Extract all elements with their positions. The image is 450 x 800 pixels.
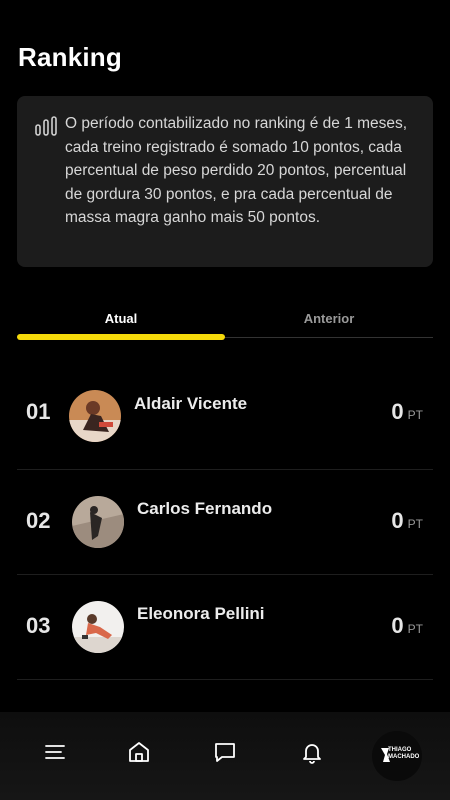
points-unit: PT bbox=[407, 408, 423, 422]
points-value: 0 bbox=[391, 508, 404, 533]
rank-name: Aldair Vicente bbox=[134, 394, 248, 413]
logo-icon[interactable]: THIAGO MACHADO bbox=[372, 731, 422, 781]
points-unit: PT bbox=[407, 622, 423, 636]
rank-points: 0 PT bbox=[391, 508, 423, 534]
ranking-tabs: Atual Anterior bbox=[17, 300, 433, 340]
avatar bbox=[69, 390, 121, 442]
active-tab-indicator bbox=[17, 334, 225, 340]
rank-position: 03 bbox=[26, 613, 51, 638]
ranking-row[interactable]: 03 Eleonora Pellini 0 PT bbox=[17, 574, 433, 680]
tab-atual[interactable]: Atual bbox=[17, 300, 225, 338]
avatar bbox=[72, 601, 124, 653]
bottom-nav: THIAGO MACHADO bbox=[0, 712, 450, 800]
ranking-info-text: O período contabilizado no ranking é de … bbox=[65, 115, 408, 226]
rank-name: Carlos Fernando bbox=[137, 499, 273, 518]
chat-icon[interactable] bbox=[213, 740, 237, 764]
rank-points: 0 PT bbox=[391, 399, 423, 425]
ranking-row[interactable]: 01 Aldair Vicente 0 PT bbox=[17, 364, 433, 470]
points-value: 0 bbox=[391, 399, 404, 424]
rank-name: Eleonora Pellini bbox=[137, 604, 265, 623]
rank-position: 01 bbox=[26, 399, 51, 424]
bar-chart-icon bbox=[35, 116, 57, 136]
rank-points: 0 PT bbox=[391, 613, 423, 639]
rank-position: 02 bbox=[26, 508, 51, 533]
ranking-row[interactable]: 02 Carlos Fernando 0 PT bbox=[17, 469, 433, 575]
ranking-info-card: O período contabilizado no ranking é de … bbox=[17, 96, 433, 267]
tab-anterior[interactable]: Anterior bbox=[225, 300, 433, 338]
logo-text: THIAGO MACHADO bbox=[388, 747, 420, 760]
bell-icon[interactable] bbox=[300, 740, 324, 764]
avatar bbox=[72, 496, 124, 548]
menu-icon[interactable] bbox=[43, 740, 67, 764]
points-value: 0 bbox=[391, 613, 404, 638]
home-icon[interactable] bbox=[127, 740, 151, 764]
page-title: Ranking bbox=[18, 42, 122, 72]
points-unit: PT bbox=[407, 517, 423, 531]
